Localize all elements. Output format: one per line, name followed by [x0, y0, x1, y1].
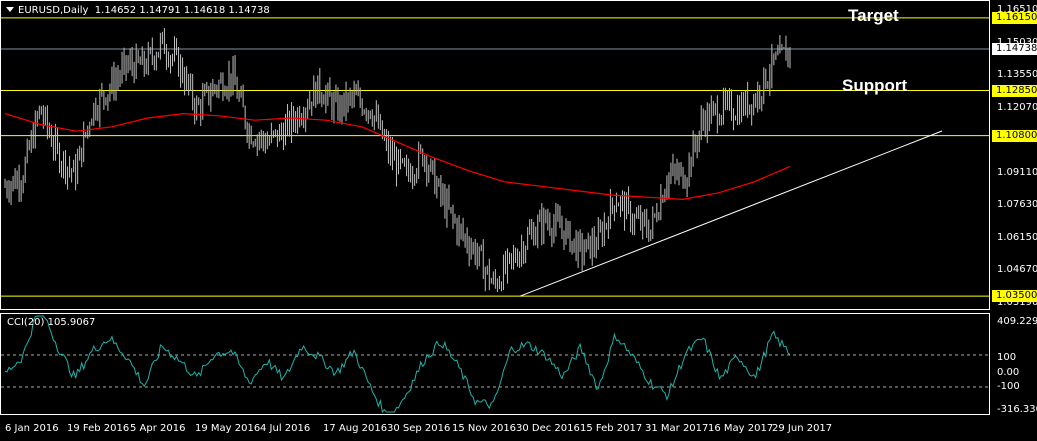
- date-tick: 30 Dec 2016: [516, 423, 580, 434]
- price-tick: 1.06150: [997, 231, 1037, 243]
- cci-tick: -100: [997, 381, 1020, 392]
- price-tick: 1.12070: [997, 101, 1037, 113]
- date-tick: 30 Sep 2016: [387, 423, 451, 434]
- cci-tick: 409.2296: [997, 316, 1037, 327]
- cci-panel[interactable]: CCI(20) 105.9067: [0, 313, 990, 415]
- date-tick: 19 May 2016: [195, 423, 261, 434]
- price-tick: 1.04670: [997, 264, 1037, 276]
- dropdown-icon[interactable]: [6, 7, 14, 12]
- price-tick: 1.09110: [997, 166, 1037, 178]
- cci-tick: -316.3306: [997, 404, 1037, 415]
- date-tick: 6 Jan 2016: [5, 423, 59, 434]
- date-tick: 4 Jul 2016: [260, 423, 311, 434]
- date-tick: 17 Aug 2016: [323, 423, 388, 434]
- level-tag: 1.14738: [992, 42, 1037, 55]
- symbol: EURUSD,Daily: [18, 5, 89, 16]
- date-tick: 31 Mar 2017: [645, 423, 709, 434]
- level-tag: 1.12850: [992, 84, 1037, 97]
- level-tag: 1.03500: [992, 290, 1037, 303]
- chart-title: EURUSD,Daily 1.14652 1.14791 1.14618 1.1…: [6, 5, 270, 16]
- cci-tick: 100: [997, 352, 1017, 363]
- level-tag: 1.16150: [992, 11, 1037, 24]
- ohlc-values: 1.14652 1.14791 1.14618 1.14738: [94, 5, 270, 16]
- cci-tick: 0.00: [997, 367, 1020, 378]
- date-tick: 15 Feb 2017: [580, 423, 643, 434]
- trend-line: [519, 130, 943, 297]
- level-tag: 1.10800: [992, 129, 1037, 142]
- cci-title: CCI(20) 105.9067: [7, 317, 96, 328]
- date-tick: 15 Nov 2016: [452, 423, 517, 434]
- moving-average-line: [4, 113, 791, 200]
- date-tick: 19 Feb 2016: [67, 423, 130, 434]
- target-label: Target: [848, 6, 899, 25]
- date-tick: 29 Jun 2017: [772, 423, 833, 434]
- date-tick: 16 May 2017: [708, 423, 774, 434]
- price-tick: 1.07630: [997, 199, 1037, 211]
- price-tick: 1.13550: [997, 69, 1037, 81]
- date-tick: 5 Apr 2016: [130, 423, 186, 434]
- support-label: Support: [842, 76, 908, 95]
